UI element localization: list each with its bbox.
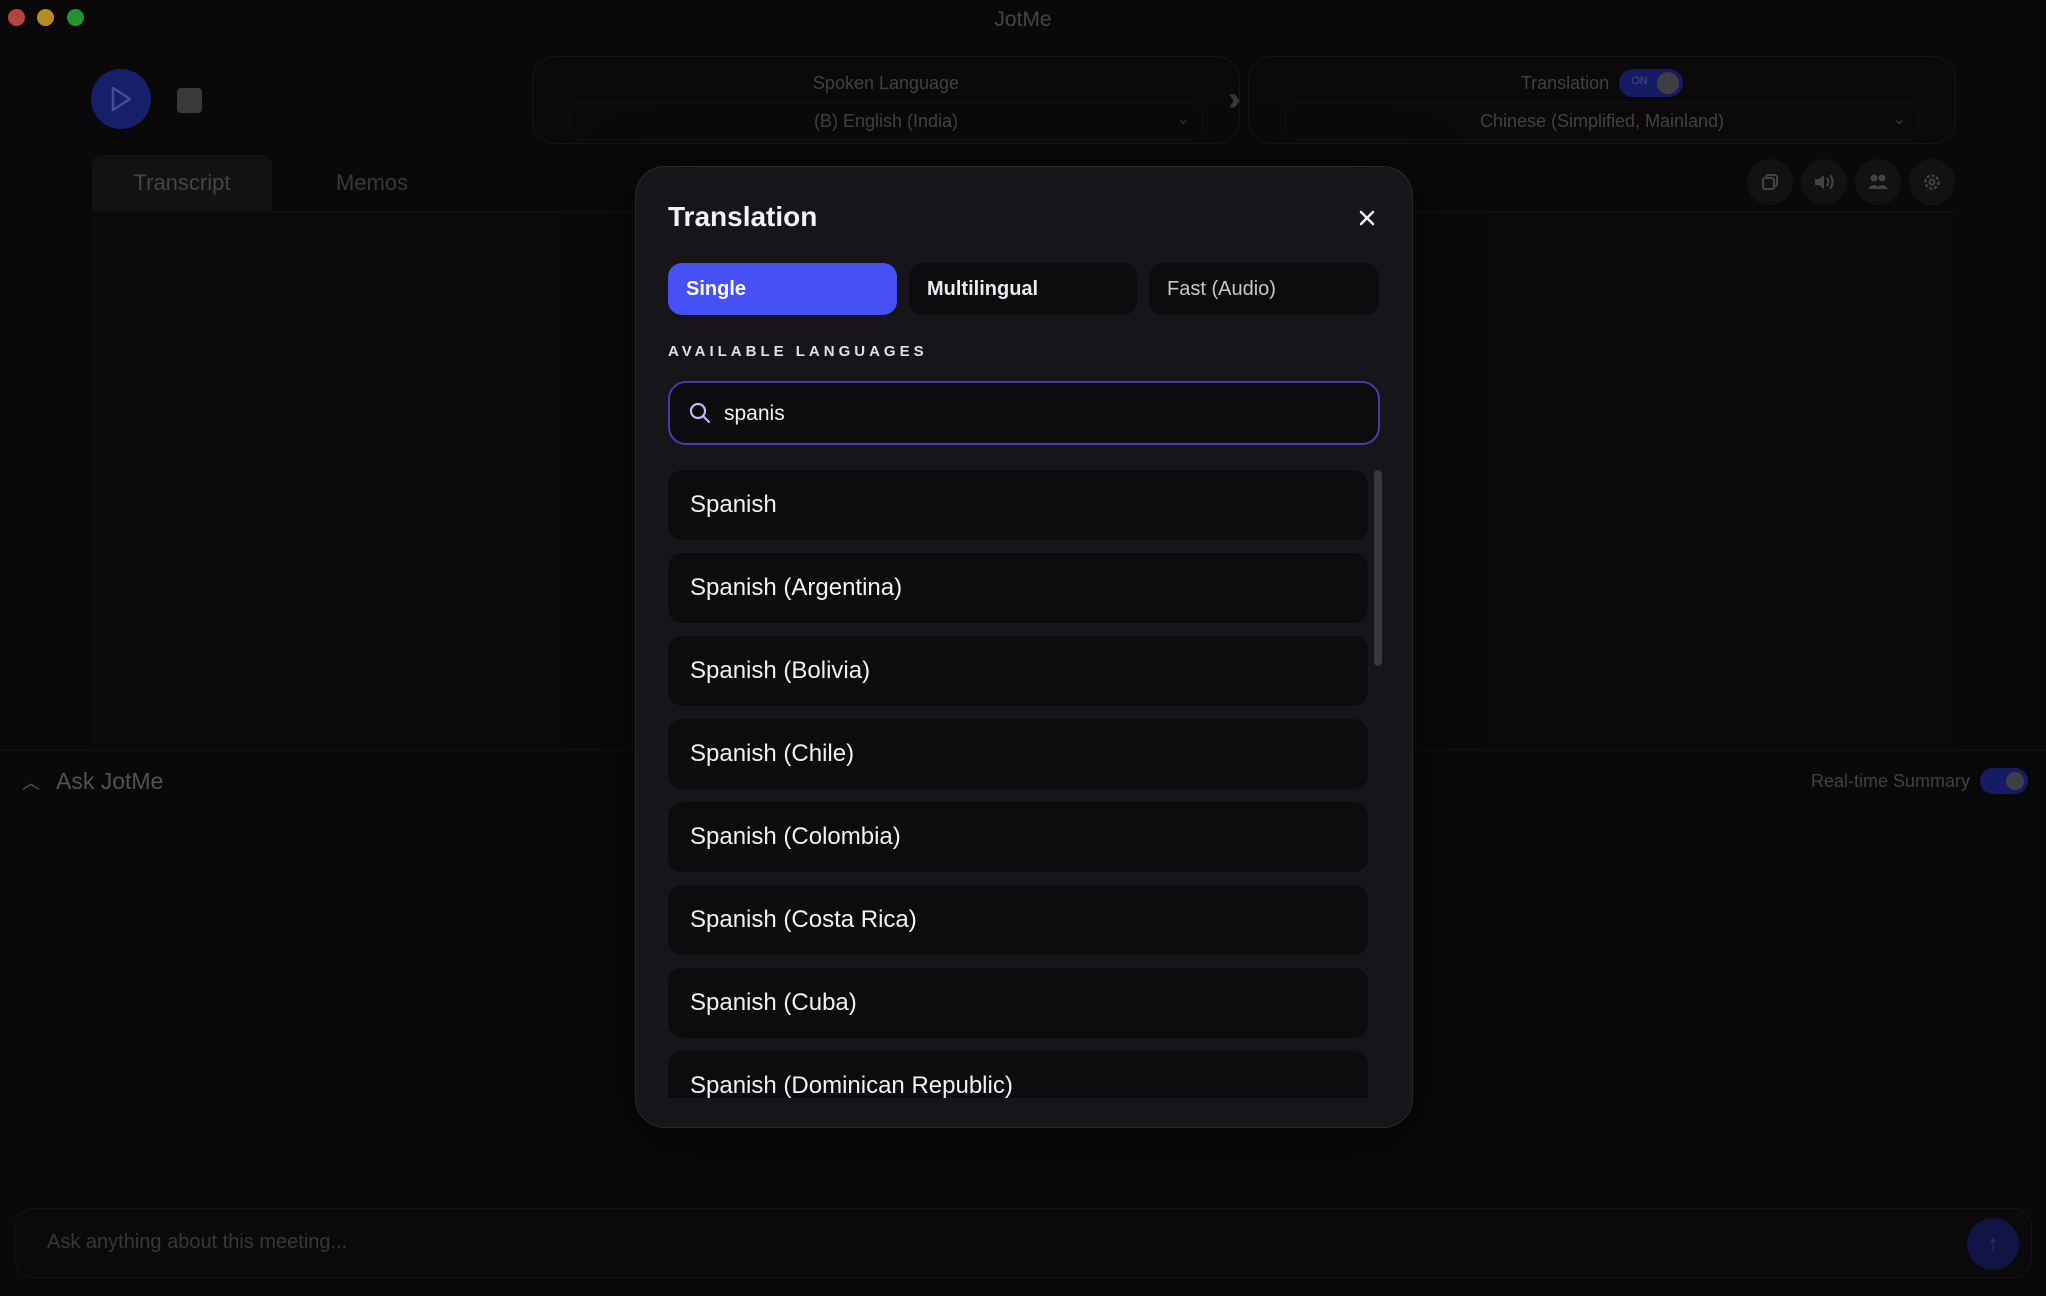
available-languages-label: AVAILABLE LANGUAGES <box>668 343 928 360</box>
language-list: Spanish Spanish (Argentina) Spanish (Bol… <box>668 470 1380 1098</box>
language-item[interactable]: Spanish (Argentina) <box>668 553 1368 623</box>
language-search-input[interactable] <box>722 395 1336 433</box>
close-button[interactable] <box>1354 205 1380 231</box>
language-item[interactable]: Spanish (Dominican Republic) <box>668 1051 1368 1098</box>
language-item[interactable]: Spanish (Costa Rica) <box>668 885 1368 955</box>
search-icon <box>689 402 711 424</box>
language-item[interactable]: Spanish (Colombia) <box>668 802 1368 872</box>
language-search <box>668 381 1380 445</box>
language-list-scrollbar[interactable] <box>1374 470 1382 666</box>
mode-multilingual-button[interactable]: Multilingual <box>909 263 1137 315</box>
language-item[interactable]: Spanish (Bolivia) <box>668 636 1368 706</box>
translation-modal: Translation Single Multilingual Fast (Au… <box>635 166 1413 1128</box>
close-icon <box>1359 210 1375 226</box>
mode-fast-audio-button[interactable]: Fast (Audio) <box>1149 263 1379 315</box>
mode-single-button[interactable]: Single <box>668 263 897 315</box>
language-item[interactable]: Spanish (Cuba) <box>668 968 1368 1038</box>
modal-title: Translation <box>668 201 818 232</box>
language-item[interactable]: Spanish (Chile) <box>668 719 1368 789</box>
language-item[interactable]: Spanish <box>668 470 1368 540</box>
